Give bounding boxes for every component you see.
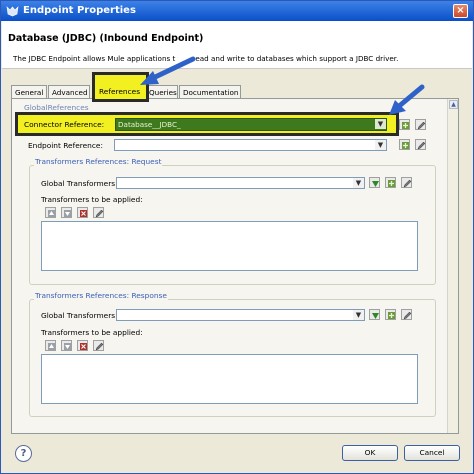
request-transformer-list[interactable] xyxy=(41,221,418,271)
response-group-label: Transformers References: Response xyxy=(34,291,168,300)
request-applied-label: Transformers to be applied: xyxy=(41,195,143,204)
response-edit-button[interactable] xyxy=(401,309,412,320)
response-up-button[interactable] xyxy=(45,340,56,351)
tab-label: General xyxy=(15,88,44,97)
add-icon xyxy=(388,312,395,319)
response-global-combo[interactable]: ▼ xyxy=(116,309,365,321)
response-global-label: Global Transformers: xyxy=(41,311,118,320)
connector-edit-button[interactable] xyxy=(415,119,426,130)
global-references-group-label: GlobalReferences xyxy=(23,103,90,112)
combo-value: Database__JDBC_ xyxy=(118,120,181,129)
response-delete-button[interactable] xyxy=(77,340,88,351)
endpoint-reference-combo[interactable]: ▼ xyxy=(114,139,387,151)
add-icon xyxy=(388,180,395,187)
vertical-scrollbar[interactable]: ▲ xyxy=(447,99,458,433)
tab-label: Advanced xyxy=(52,88,88,97)
request-down-button[interactable] xyxy=(61,207,72,218)
edit-icon xyxy=(417,141,426,150)
add-icon xyxy=(402,142,409,149)
move-down-icon xyxy=(372,181,379,187)
tab-general[interactable]: General xyxy=(11,85,47,99)
close-button[interactable]: × xyxy=(453,4,468,18)
chevron-down-icon[interactable]: ▼ xyxy=(375,140,386,150)
dialog-window: Endpoint Properties × Database (JDBC) (I… xyxy=(0,0,474,474)
add-icon xyxy=(402,122,409,129)
endpoint-reference-label: Endpoint Reference: xyxy=(28,141,103,150)
delete-icon xyxy=(80,343,87,350)
move-up-icon xyxy=(48,343,55,350)
request-delete-button[interactable] xyxy=(77,207,88,218)
move-down-icon xyxy=(64,210,71,217)
edit-icon xyxy=(95,342,104,351)
request-edit-item-button[interactable] xyxy=(93,207,104,218)
move-down-icon xyxy=(372,313,379,319)
tab-label: Queries xyxy=(149,88,177,97)
help-button[interactable]: ? xyxy=(15,445,32,462)
scroll-up-icon[interactable]: ▲ xyxy=(449,100,458,109)
tab-label: References xyxy=(99,87,141,96)
endpoint-add-button[interactable] xyxy=(399,139,410,150)
response-move-down-button[interactable] xyxy=(369,309,380,320)
description-left: The JDBC Endpoint allows Mule applicatio… xyxy=(13,54,176,63)
move-up-icon xyxy=(48,210,55,217)
delete-icon xyxy=(80,210,87,217)
request-group-label: Transformers References: Request xyxy=(34,157,163,166)
tab-documentation[interactable]: Documentation xyxy=(179,85,241,99)
endpoint-title: Database (JDBC) (Inbound Endpoint) xyxy=(8,33,204,44)
edit-icon xyxy=(417,121,426,130)
cancel-button[interactable]: Cancel xyxy=(404,445,460,461)
endpoint-edit-button[interactable] xyxy=(415,139,426,150)
chevron-down-icon[interactable]: ▼ xyxy=(353,310,364,320)
title-bar[interactable]: Endpoint Properties × xyxy=(1,1,473,21)
tab-queries[interactable]: Queries xyxy=(145,85,178,99)
chevron-down-icon[interactable]: ▼ xyxy=(353,178,364,188)
request-edit-button[interactable] xyxy=(401,177,412,188)
edit-icon xyxy=(95,209,104,218)
mule-icon xyxy=(6,6,19,17)
edit-icon xyxy=(403,179,412,188)
request-global-label: Global Transformers: xyxy=(41,179,118,188)
chevron-down-icon[interactable]: ▼ xyxy=(375,119,386,129)
description-right: ead and write to databases which support… xyxy=(195,54,399,63)
tab-label: Documentation xyxy=(183,88,239,97)
connector-reference-highlight: Connector Reference: Database__JDBC_ ▼ xyxy=(15,112,399,136)
request-add-button[interactable] xyxy=(385,177,396,188)
ok-button[interactable]: OK xyxy=(342,445,398,461)
connector-reference-label: Connector Reference: xyxy=(24,120,105,129)
move-down-icon xyxy=(64,343,71,350)
request-global-combo[interactable]: ▼ xyxy=(116,177,365,189)
window-title: Endpoint Properties xyxy=(23,5,136,16)
request-move-down-button[interactable] xyxy=(369,177,380,188)
tab-references[interactable]: References xyxy=(92,72,149,102)
response-add-button[interactable] xyxy=(385,309,396,320)
dialog-header: Database (JDBC) (Inbound Endpoint) The J… xyxy=(2,21,472,69)
response-down-button[interactable] xyxy=(61,340,72,351)
endpoint-description: The JDBC Endpoint allows Mule applicatio… xyxy=(13,54,398,63)
response-transformer-list[interactable] xyxy=(41,354,418,404)
help-icon: ? xyxy=(20,448,27,459)
response-applied-label: Transformers to be applied: xyxy=(41,328,143,337)
connector-add-button[interactable] xyxy=(399,119,410,130)
request-up-button[interactable] xyxy=(45,207,56,218)
close-icon: × xyxy=(456,5,465,16)
tab-advanced[interactable]: Advanced xyxy=(48,85,90,99)
connector-reference-combo[interactable]: Database__JDBC_ ▼ xyxy=(115,118,387,131)
response-edit-item-button[interactable] xyxy=(93,340,104,351)
edit-icon xyxy=(403,311,412,320)
